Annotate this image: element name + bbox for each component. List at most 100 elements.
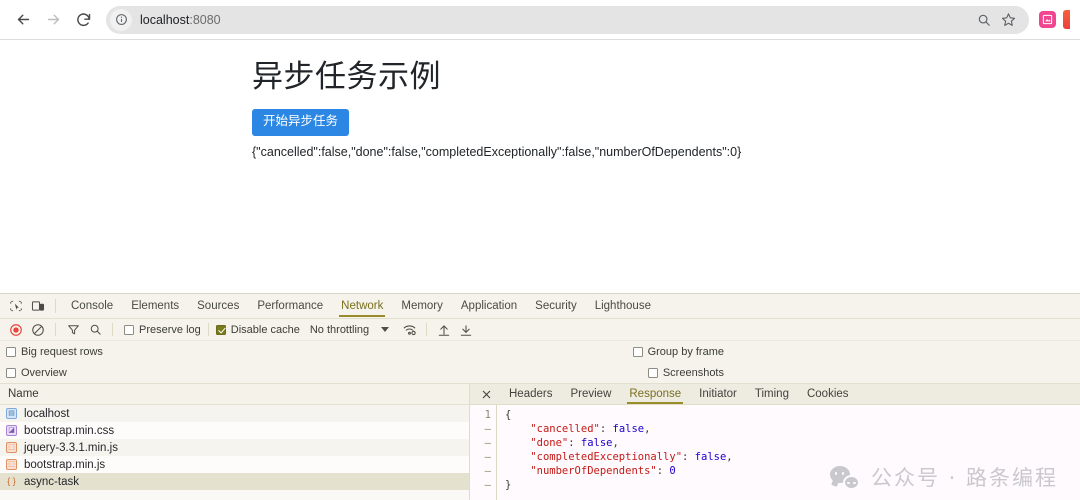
devtools-tab-sources[interactable]: Sources	[188, 296, 248, 316]
code-token: 0	[669, 465, 676, 477]
code-token: :	[656, 465, 670, 477]
clear-button[interactable]	[28, 321, 48, 339]
page-viewport: 异步任务示例 开始异步任务 {"cancelled":false,"done":…	[0, 40, 1080, 293]
request-column-header[interactable]: Name	[0, 384, 469, 405]
toolbar-divider	[426, 323, 428, 336]
network-body: Name ▤ localhost ◪ bootstrap.min.css ⬚ j…	[0, 384, 1080, 500]
table-row[interactable]: ◪ bootstrap.min.css	[0, 422, 469, 439]
devtools-tab-network[interactable]: Network	[332, 296, 392, 317]
extension-orange-icon[interactable]	[1063, 10, 1070, 29]
devtools-panel: Console Elements Sources Performance Net…	[0, 293, 1080, 500]
code-token: ,	[726, 451, 733, 463]
overview-label: Overview	[21, 366, 67, 379]
code-token: :	[568, 437, 581, 449]
clear-slash-icon	[32, 323, 44, 336]
devtools-tab-elements[interactable]: Elements	[122, 296, 188, 316]
extension-pink-icon[interactable]	[1039, 11, 1056, 28]
table-row[interactable]: ⬚ jquery-3.3.1.min.js	[0, 439, 469, 456]
big-request-rows-label: Big request rows	[21, 345, 103, 358]
code-token: "completedExceptionally"	[530, 451, 683, 463]
detail-tabbar: Headers Preview Response Initiator Timin…	[470, 384, 1080, 405]
detail-tab-timing[interactable]: Timing	[746, 385, 798, 403]
big-request-rows-checkbox[interactable]: Big request rows	[6, 346, 103, 358]
disable-cache-box-icon	[215, 324, 226, 335]
table-row[interactable]: ▤ localhost	[0, 405, 469, 422]
magnifier-icon	[90, 324, 101, 335]
inspect-element-icon[interactable]	[5, 296, 27, 316]
screenshots-box-icon	[647, 367, 658, 378]
download-arrow-icon	[460, 324, 472, 336]
device-toolbar-icon[interactable]	[27, 296, 49, 316]
request-list-pane: Name ▤ localhost ◪ bootstrap.min.css ⬚ j…	[0, 384, 470, 500]
line-number: –	[484, 451, 491, 463]
detail-tab-headers[interactable]: Headers	[500, 385, 561, 403]
request-name: bootstrap.min.css	[24, 424, 115, 437]
magnifier-icon	[978, 14, 990, 26]
omnibox-actions	[973, 9, 1019, 31]
forward-button[interactable]	[38, 5, 68, 35]
code-line: "numberOfDependents": 0	[505, 464, 1080, 478]
devtools-tab-application[interactable]: Application	[452, 296, 526, 316]
close-icon[interactable]	[478, 386, 494, 402]
overview-checkbox[interactable]: Overview	[6, 367, 67, 379]
address-bar[interactable]: localhost:8080	[106, 5, 1029, 34]
response-code[interactable]: { "cancelled": false, "done": false, "co…	[496, 405, 1080, 500]
back-button[interactable]	[8, 5, 38, 35]
bookmark-star-icon[interactable]	[997, 9, 1019, 31]
devtools-tab-memory[interactable]: Memory	[392, 296, 452, 316]
response-viewer[interactable]: 1 – – – – – { "cancelled": false, "done": fal…	[470, 405, 1080, 500]
funnel-icon	[67, 325, 79, 335]
back-arrow-icon	[17, 14, 29, 25]
devtools-tab-lighthouse[interactable]: Lighthouse	[586, 296, 660, 316]
line-number: –	[484, 465, 491, 477]
disable-cache-label: Disable cache	[230, 323, 300, 336]
code-line: "cancelled": false,	[505, 422, 1080, 436]
preserve-log-checkbox[interactable]: Preserve log	[124, 324, 201, 336]
code-token: :	[682, 451, 695, 463]
reload-button[interactable]	[68, 5, 98, 35]
throttling-select[interactable]: No throttling	[310, 324, 369, 336]
code-token: {	[505, 409, 512, 421]
line-number: –	[484, 423, 491, 435]
request-rows: ▤ localhost ◪ bootstrap.min.css ⬚ jquery…	[0, 405, 469, 500]
detail-tab-cookies[interactable]: Cookies	[798, 385, 858, 403]
devtools-tab-security[interactable]: Security	[526, 296, 586, 316]
group-by-frame-label: Group by frame	[647, 345, 724, 358]
upload-arrow-icon	[438, 324, 450, 336]
filter-button[interactable]	[63, 321, 83, 339]
column-name-label: Name	[8, 388, 39, 400]
request-name: async-task	[24, 475, 79, 488]
export-har-button[interactable]	[456, 321, 476, 339]
result-output-text: {"cancelled":false,"done":false,"complet…	[252, 144, 742, 159]
code-token: false	[580, 437, 613, 449]
disable-cache-checkbox[interactable]: Disable cache	[215, 323, 300, 336]
network-conditions-button[interactable]	[399, 321, 419, 339]
page-content: 异步任务示例 开始异步任务 {"cancelled":false,"done":…	[0, 40, 1080, 159]
record-button[interactable]	[6, 321, 26, 339]
toolbar-divider	[55, 323, 56, 336]
detail-tab-preview[interactable]: Preview	[561, 385, 620, 403]
code-token: ,	[644, 423, 651, 435]
start-async-task-button[interactable]: 开始异步任务	[252, 109, 350, 136]
screenshots-checkbox[interactable]: Screenshots	[647, 367, 724, 379]
request-name: jquery-3.3.1.min.js	[24, 441, 118, 454]
devtools-tab-performance[interactable]: Performance	[248, 296, 332, 316]
reload-icon	[76, 13, 90, 27]
search-button[interactable]	[85, 321, 105, 339]
table-row[interactable]: { } async-task	[0, 473, 469, 490]
code-line: "completedExceptionally": false,	[505, 450, 1080, 464]
toolbar-divider	[55, 299, 56, 313]
chevron-down-icon[interactable]	[381, 327, 390, 332]
import-har-button[interactable]	[434, 321, 454, 339]
devtools-tab-console[interactable]: Console	[62, 296, 122, 316]
code-token: "cancelled"	[530, 423, 600, 435]
detail-tab-response[interactable]: Response	[620, 385, 690, 404]
code-token: }	[505, 479, 512, 491]
network-options-row-1: Big request rows Group by frame	[0, 341, 1080, 362]
site-info-icon[interactable]	[110, 8, 132, 31]
search-icon[interactable]	[973, 9, 995, 31]
request-name: localhost	[24, 407, 70, 420]
detail-tab-initiator[interactable]: Initiator	[690, 385, 746, 403]
table-row[interactable]: ⬚ bootstrap.min.js	[0, 456, 469, 473]
group-by-frame-checkbox[interactable]: Group by frame	[632, 345, 724, 358]
